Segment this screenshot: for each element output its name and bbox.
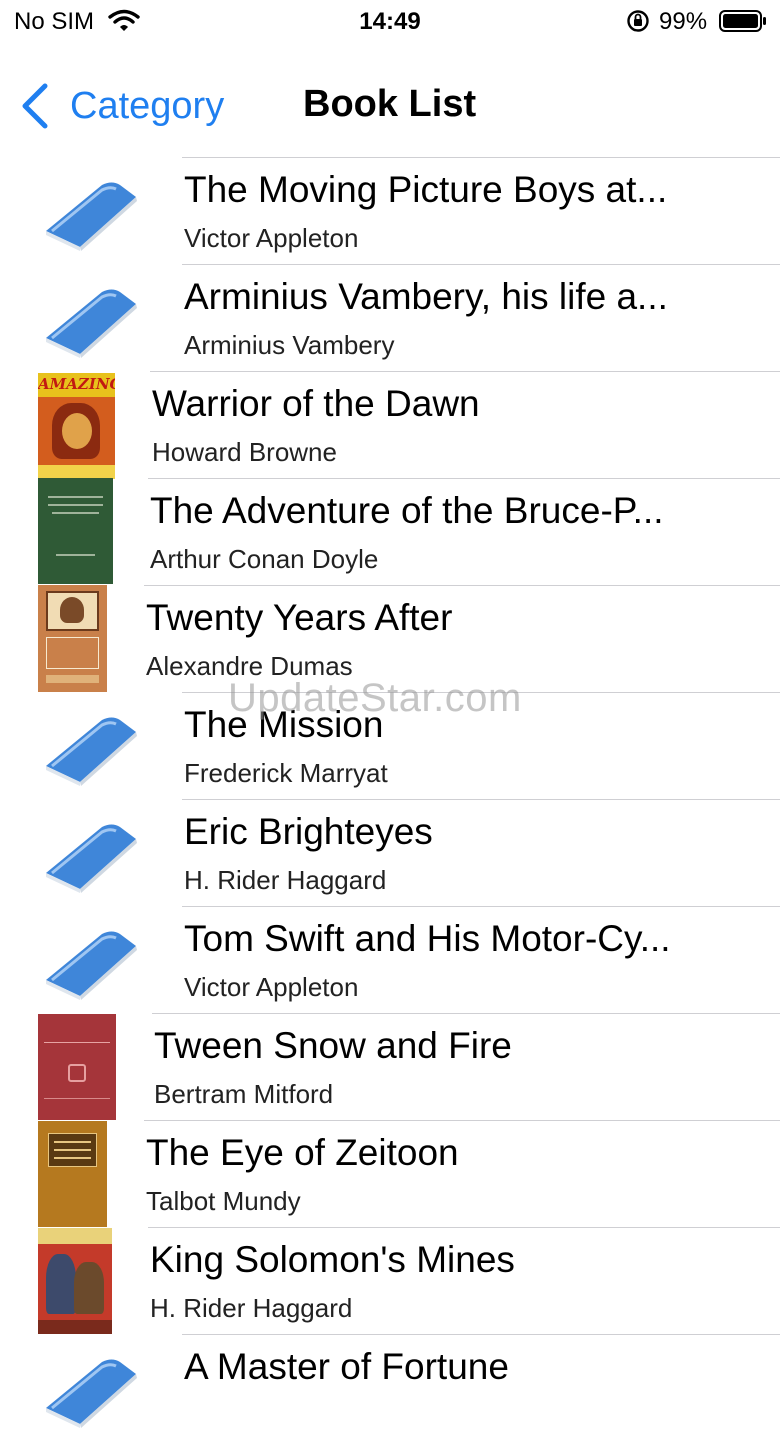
row-separator (148, 1227, 780, 1228)
book-author: H. Rider Haggard (184, 865, 387, 895)
book-cover-thumbnail (38, 1014, 116, 1120)
book-title: The Adventure of the Bruce-P... (150, 490, 664, 531)
row-separator (144, 1120, 780, 1121)
book-author: Alexandre Dumas (146, 651, 353, 681)
book-cover-thumbnail (38, 585, 107, 692)
book-row[interactable]: The Mission Frederick Marryat (0, 692, 780, 799)
book-cover-thumbnail (38, 1121, 107, 1227)
book-title: Eric Brighteyes (184, 811, 433, 852)
book-row[interactable]: Eric Brighteyes H. Rider Haggard (0, 799, 780, 906)
row-separator (182, 692, 780, 693)
book-row[interactable]: The Eye of Zeitoon Talbot Mundy (0, 1120, 780, 1227)
back-button[interactable]: Category (20, 80, 224, 132)
orientation-lock-icon (627, 10, 649, 32)
row-separator (182, 906, 780, 907)
status-bar: No SIM 14:49 99% (0, 0, 780, 44)
book-author: Arthur Conan Doyle (150, 544, 379, 574)
book-row[interactable]: The Moving Picture Boys at... Victor App… (0, 157, 780, 264)
book-title: Warrior of the Dawn (152, 383, 480, 424)
book-cover-thumbnail: AMAZING (38, 373, 115, 479)
row-separator (182, 157, 780, 158)
book-author: Victor Appleton (184, 223, 359, 253)
book-row[interactable]: Arminius Vambery, his life a... Arminius… (0, 264, 780, 371)
book-title: Arminius Vambery, his life a... (184, 276, 668, 317)
battery-percent: 99% (659, 8, 708, 35)
navigation-bar: Category Book List (0, 58, 780, 154)
book-author: Talbot Mundy (146, 1186, 301, 1216)
back-button-label: Category (70, 84, 225, 127)
book-author: Victor Appleton (184, 972, 359, 1002)
book-title: The Moving Picture Boys at... (184, 169, 668, 210)
row-separator (150, 371, 780, 372)
chevron-left-icon (22, 83, 48, 129)
book-list: The Moving Picture Boys at... Victor App… (0, 157, 780, 1441)
book-author: Frederick Marryat (184, 758, 388, 788)
row-separator (182, 1334, 780, 1335)
book-title: Tom Swift and His Motor-Cy... (184, 918, 671, 959)
page-title: Book List (303, 83, 477, 125)
book-title: The Eye of Zeitoon (146, 1132, 459, 1173)
row-separator (148, 478, 780, 479)
book-icon (46, 717, 137, 786)
book-row[interactable]: A Master of Fortune (0, 1334, 780, 1441)
book-row[interactable]: AMAZING Warrior of the Dawn Howard Brown… (0, 371, 780, 479)
book-author: H. Rider Haggard (150, 1293, 353, 1323)
book-title: Tween Snow and Fire (154, 1025, 512, 1066)
book-title: The Mission (184, 704, 384, 745)
book-row[interactable]: King Solomon's Mines H. Rider Haggard (0, 1227, 780, 1334)
book-icon (46, 182, 137, 251)
book-icon (46, 289, 137, 358)
book-title: A Master of Fortune (184, 1346, 509, 1387)
book-cover-thumbnail (38, 1228, 112, 1334)
row-separator (182, 799, 780, 800)
book-row[interactable]: Tween Snow and Fire Bertram Mitford (0, 1013, 780, 1120)
book-title: Twenty Years After (146, 597, 453, 638)
book-icon (46, 931, 137, 1000)
book-author: Bertram Mitford (154, 1079, 334, 1109)
book-author: Howard Browne (152, 437, 337, 467)
book-row[interactable]: Twenty Years After Alexandre Dumas (0, 585, 780, 692)
row-separator (152, 1013, 780, 1014)
book-icon (46, 824, 137, 893)
row-separator (144, 585, 780, 586)
book-row[interactable]: The Adventure of the Bruce-P... Arthur C… (0, 478, 780, 585)
row-separator (182, 264, 780, 265)
book-author: Arminius Vambery (184, 330, 395, 360)
book-title: King Solomon's Mines (150, 1239, 515, 1280)
book-cover-thumbnail (38, 478, 113, 584)
book-icon (46, 1359, 137, 1428)
battery-icon (719, 10, 766, 32)
book-row[interactable]: Tom Swift and His Motor-Cy... Victor App… (0, 906, 780, 1013)
